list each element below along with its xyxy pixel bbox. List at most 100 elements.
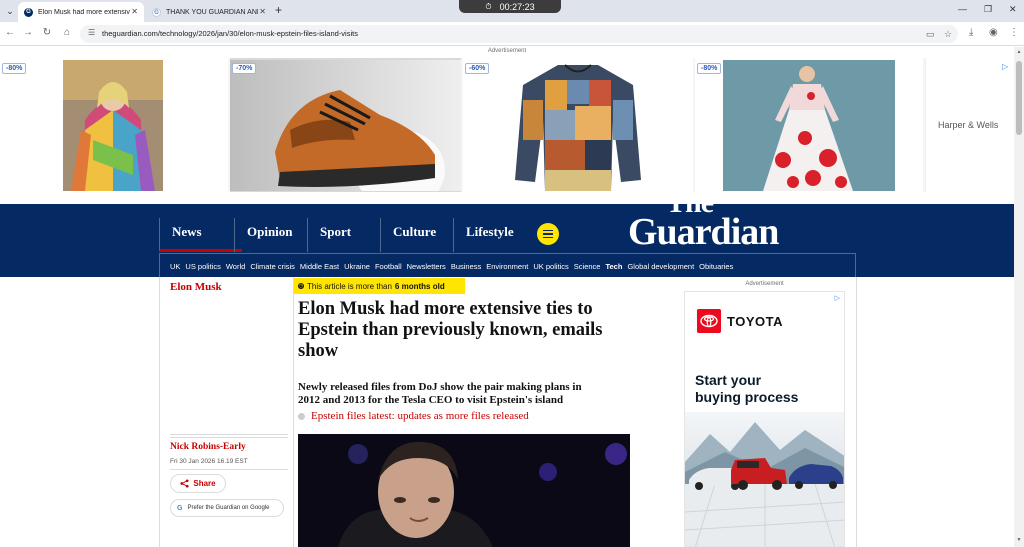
right-ad-label: Advertisement (745, 281, 784, 287)
google-favicon-icon: G (152, 7, 161, 17)
profile-icon[interactable]: ◉ (989, 27, 998, 38)
subnav-link-uk-politics[interactable]: UK politics (533, 262, 568, 271)
advertiser-brand: TOYOTA (727, 314, 783, 329)
pillar-lifestyle[interactable]: Lifestyle (453, 218, 533, 252)
logo-guardian: Guardian (628, 211, 779, 250)
subnav-link-climate-crisis[interactable]: Climate crisis (250, 262, 295, 271)
recording-timer: ⏱ 00:27:23 (459, 0, 561, 13)
scroll-thumb[interactable] (1016, 61, 1022, 135)
forward-icon[interactable]: → (21, 27, 35, 38)
subnav-link-tech[interactable]: Tech (605, 262, 622, 271)
prefer-guardian-google-button[interactable]: G Prefer the Guardian on Google (170, 499, 284, 517)
pillar-sport[interactable]: Sport (307, 218, 387, 252)
article-standfirst: Newly released files from DoJ show the p… (298, 381, 582, 406)
tab-close-icon[interactable]: ✕ (259, 7, 266, 16)
subnav-link-environment[interactable]: Environment (486, 262, 528, 271)
subnav-link-obituaries[interactable]: Obituaries (699, 262, 733, 271)
subnav-link-business[interactable]: Business (451, 262, 481, 271)
left-gutter-line (159, 277, 160, 547)
discount-badge: -70% (232, 63, 257, 74)
subnav-link-newsletters[interactable]: Newsletters (407, 262, 446, 271)
back-icon[interactable]: ← (3, 27, 17, 38)
home-icon[interactable]: ⌂ (60, 27, 74, 38)
main-menu-button[interactable] (537, 223, 559, 245)
scroll-up-icon[interactable]: ▲ (1015, 49, 1023, 55)
subnav-link-science[interactable]: Science (574, 262, 601, 271)
top-advert[interactable]: -80% -70% -60% -80% Harper & Wells (0, 58, 1014, 192)
discount-badge: -80% (2, 63, 27, 74)
pillar-opinion[interactable]: Opinion (234, 218, 314, 252)
patchwork-shirt-image (515, 64, 641, 191)
restore-icon[interactable]: ❐ (984, 4, 992, 15)
guardian-logo[interactable]: The Guardian (628, 186, 818, 250)
floral-dress-image (723, 60, 895, 191)
subnav-link-middle-east[interactable]: Middle East (300, 262, 339, 271)
adchoices-icon[interactable]: ▷ (835, 294, 840, 302)
subnav-link-ukraine[interactable]: Ukraine (344, 262, 370, 271)
right-gutter-line (856, 277, 857, 547)
ad-label: Advertisement (487, 48, 527, 54)
timer-value: 00:27:23 (499, 1, 535, 12)
ad-advertiser-panel[interactable]: Harper & Wells (925, 58, 1014, 192)
prefer-label: Prefer the Guardian on Google (187, 505, 270, 511)
menu-line-icon (543, 233, 553, 235)
toyota-logo-icon (697, 309, 721, 333)
pillar-culture[interactable]: Culture (380, 218, 460, 252)
advertiser-name: Harper & Wells (938, 120, 999, 130)
ad-product-card[interactable]: -80% (695, 58, 923, 192)
menu-line-icon (543, 236, 553, 239)
sneaker-image (230, 60, 461, 191)
page-scrollbar[interactable]: ▲ ▼ (1014, 47, 1024, 547)
tab-search-icon[interactable]: ⌄ (3, 4, 17, 18)
bookmark-star-icon[interactable]: ☆ (944, 29, 952, 40)
share-button[interactable]: Share (170, 474, 226, 493)
minimize-icon[interactable]: — (958, 4, 967, 14)
close-icon[interactable]: ✕ (1009, 4, 1017, 15)
kebab-menu-icon[interactable]: ⋮ (1009, 27, 1019, 38)
tab-close-icon[interactable]: ✕ (131, 7, 138, 16)
live-dot-icon (298, 412, 305, 420)
series-tag[interactable]: Elon Musk (170, 281, 222, 293)
ad-product-card[interactable]: -80% (0, 58, 228, 192)
site-info-icon[interactable]: ☰ (88, 28, 95, 37)
address-bar[interactable]: ☰ theguardian.com/technology/2026/jan/30… (80, 25, 958, 43)
subnav-link-uk[interactable]: UK (170, 262, 180, 271)
age-prefix: This article is more than (307, 281, 392, 291)
toyota-advert[interactable]: ▷ TOYOTA Start your buying process (684, 291, 845, 547)
browser-toolbar: ← → ↻ ⌂ ☰ theguardian.com/technology/202… (0, 22, 1024, 46)
cars-showroom-image (685, 412, 844, 546)
subnav-link-football[interactable]: Football (375, 262, 402, 271)
article-age-warning: ◷ This article is more than 6 months old (294, 278, 465, 294)
tab-inactive[interactable]: G THANK YOU GUARDIAN AND A ✕ (146, 2, 272, 22)
tab-active[interactable]: G Elon Musk had more extensive ✕ (18, 2, 144, 22)
cast-icon[interactable]: ▭ (926, 29, 935, 40)
meta-column-line (293, 277, 294, 547)
new-tab-icon[interactable]: + (275, 3, 282, 17)
ad-product-card[interactable]: -60% (463, 58, 693, 192)
share-icon (180, 479, 189, 488)
ad-headline: Start your buying process (695, 372, 798, 406)
pillar-news[interactable]: News (159, 218, 242, 252)
portrait-photo (298, 434, 630, 547)
reload-icon[interactable]: ↻ (40, 27, 54, 38)
ad-headline-line2: buying process (695, 389, 799, 405)
tab-title: Elon Musk had more extensive (38, 8, 130, 16)
tab-title: THANK YOU GUARDIAN AND A (166, 8, 258, 16)
subnav-link-us-politics[interactable]: US politics (185, 262, 220, 271)
adchoices-icon[interactable]: ▷ (1002, 62, 1008, 71)
discount-badge: -60% (465, 63, 490, 74)
guardian-favicon-icon: G (24, 7, 33, 17)
live-blog-link[interactable]: Epstein files latest: updates as more fi… (298, 410, 529, 422)
subnav-link-global-development[interactable]: Global development (627, 262, 694, 271)
meta-divider (170, 469, 288, 470)
clock-icon: ◷ (298, 283, 304, 289)
ad-product-card[interactable]: -70% (230, 58, 461, 192)
scroll-down-icon[interactable]: ▼ (1015, 537, 1023, 543)
subnav-link-world[interactable]: World (226, 262, 245, 271)
menu-line-icon (543, 229, 553, 232)
byline-rule (170, 434, 288, 438)
stopwatch-icon: ⏱ (485, 1, 492, 11)
author-byline[interactable]: Nick Robins-Early (170, 442, 246, 452)
google-g-icon: G (177, 504, 183, 512)
download-icon[interactable]: ⤓ (969, 27, 973, 38)
